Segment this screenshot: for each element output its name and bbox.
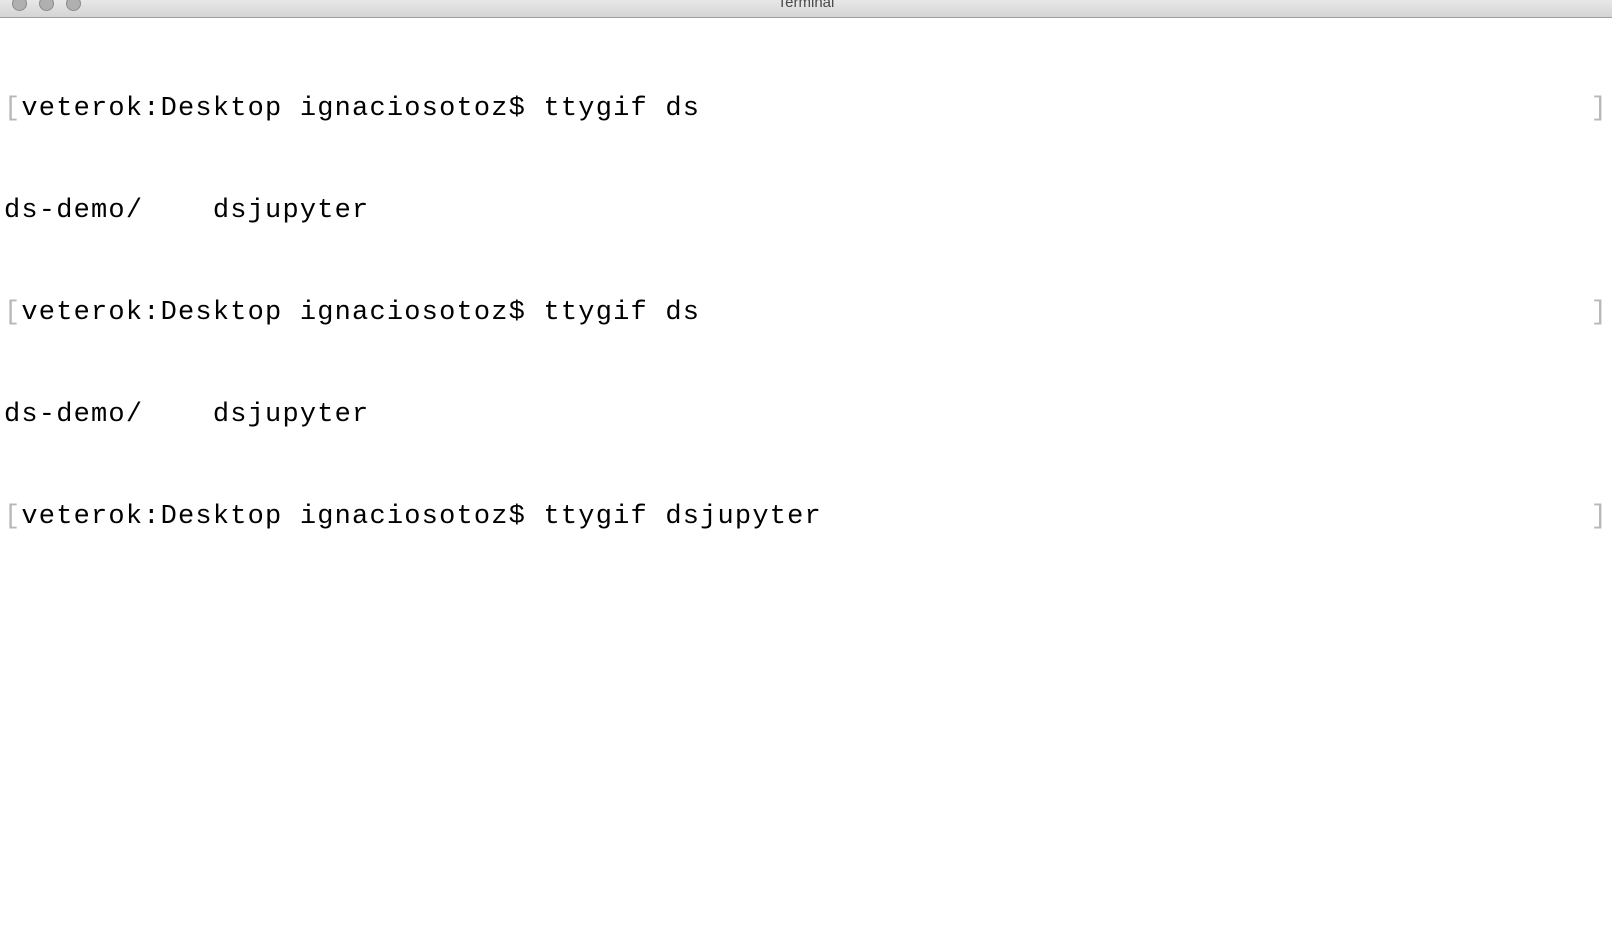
window-controls xyxy=(12,0,81,11)
prompt-text: veterok:Desktop ignaciosotoz$ xyxy=(21,94,543,124)
prompt-bracket-right: ] xyxy=(1591,296,1608,330)
prompt-bracket-right: ] xyxy=(1591,500,1608,534)
command-text: ttygif ds xyxy=(544,298,701,328)
command-text: ttygif dsjupyter xyxy=(544,502,822,532)
terminal-line: [veterok:Desktop ignaciosotoz$ ttygif ds… xyxy=(4,92,1608,126)
prompt-bracket-left: [ xyxy=(4,502,21,532)
terminal-line: [veterok:Desktop ignaciosotoz$ ttygif ds… xyxy=(4,500,1608,534)
prompt-bracket-left: [ xyxy=(4,298,21,328)
terminal-output[interactable]: [veterok:Desktop ignaciosotoz$ ttygif ds… xyxy=(0,18,1612,574)
terminal-line: ds-demo/ dsjupyter xyxy=(4,194,1608,228)
completion-text: ds-demo/ dsjupyter xyxy=(4,196,369,226)
window-titlebar: Terminal xyxy=(0,0,1612,18)
prompt-text: veterok:Desktop ignaciosotoz$ xyxy=(21,502,543,532)
terminal-line: [veterok:Desktop ignaciosotoz$ ttygif ds… xyxy=(4,296,1608,330)
prompt-bracket-left: [ xyxy=(4,94,21,124)
minimize-window-button[interactable] xyxy=(39,0,54,11)
prompt-text: veterok:Desktop ignaciosotoz$ xyxy=(21,298,543,328)
window-title: Terminal xyxy=(778,0,835,11)
prompt-bracket-right: ] xyxy=(1591,92,1608,126)
close-window-button[interactable] xyxy=(12,0,27,11)
maximize-window-button[interactable] xyxy=(66,0,81,11)
completion-text: ds-demo/ dsjupyter xyxy=(4,400,369,430)
terminal-line: ds-demo/ dsjupyter xyxy=(4,398,1608,432)
command-text: ttygif ds xyxy=(544,94,701,124)
